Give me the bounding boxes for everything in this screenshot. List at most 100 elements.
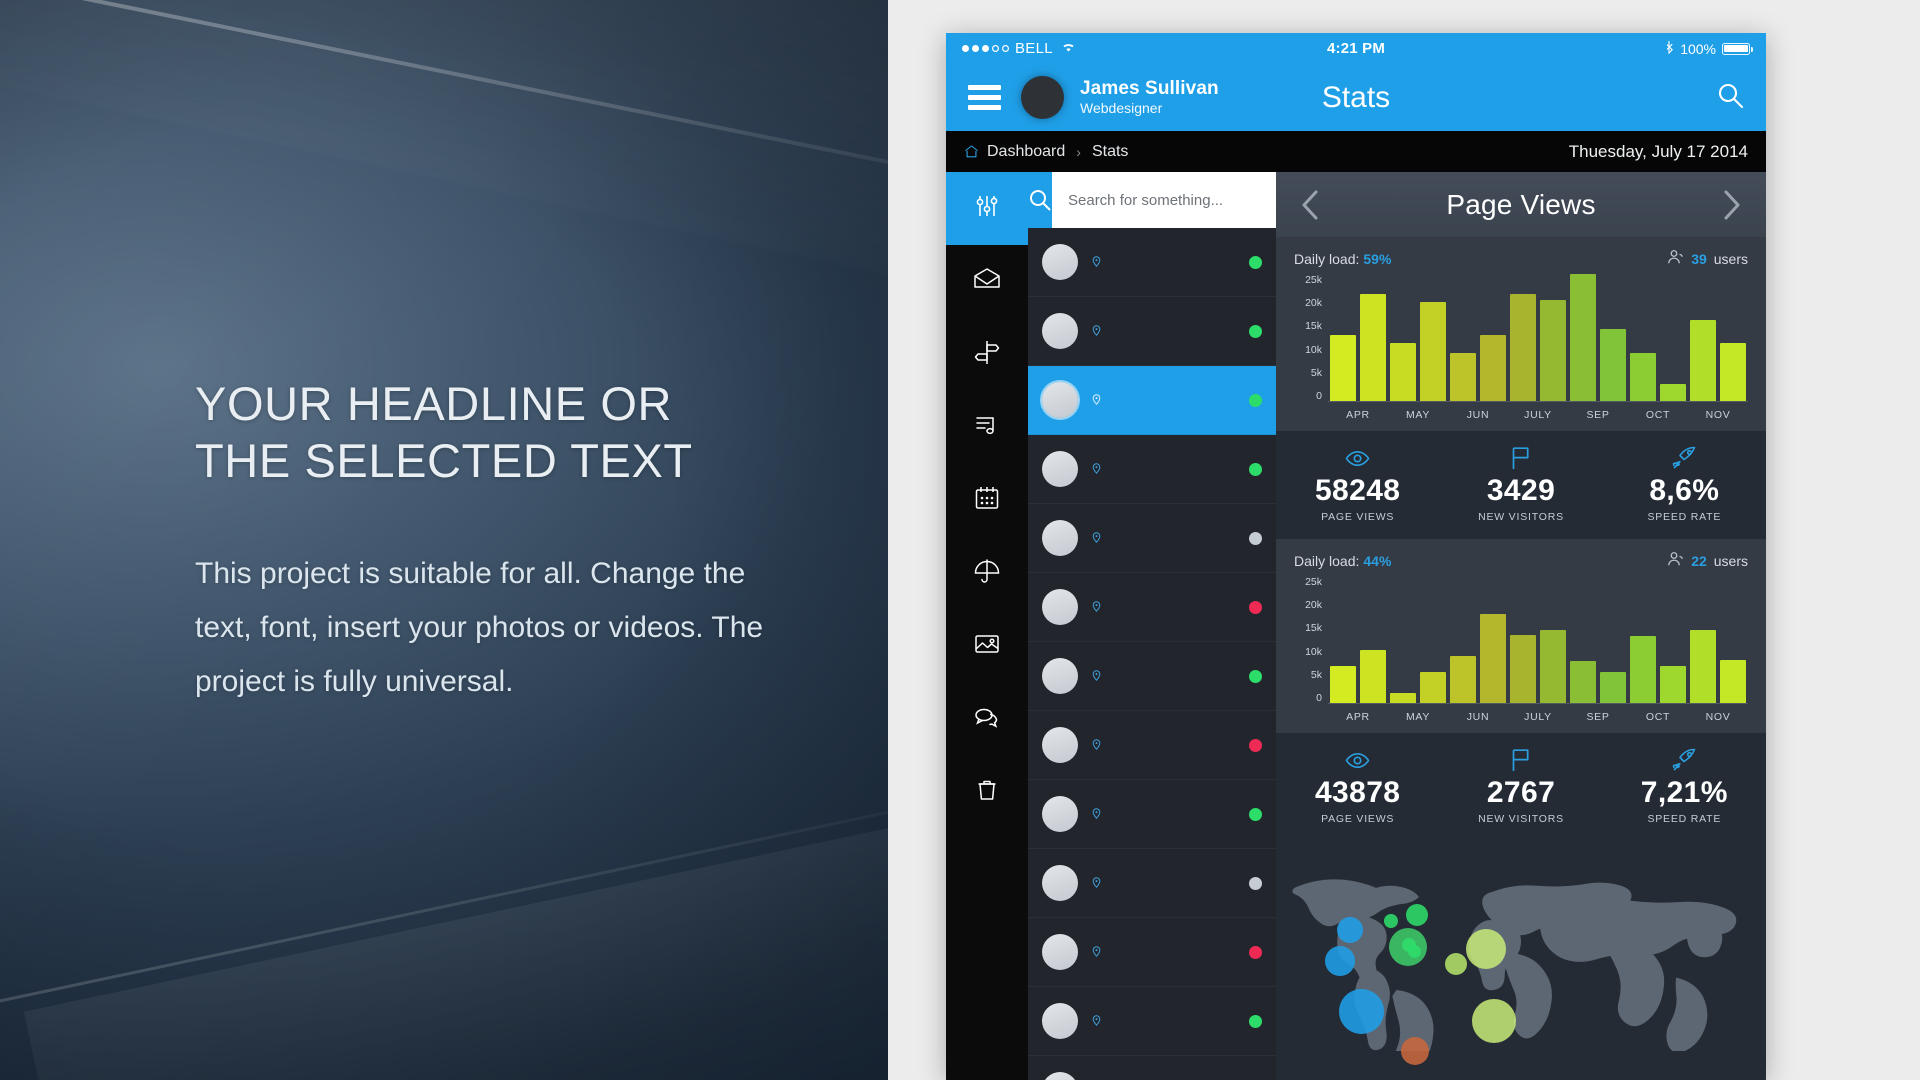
contact-list-item[interactable] bbox=[1028, 435, 1276, 504]
map-pin-icon bbox=[1092, 670, 1101, 684]
search-input[interactable] bbox=[1052, 172, 1276, 228]
users-label: users bbox=[1713, 552, 1748, 569]
umbrella-icon bbox=[972, 556, 1002, 591]
contact-list-item[interactable] bbox=[1028, 849, 1276, 918]
app-stage: YOUR HEADLINE OR THE SELECTED TEXT This … bbox=[0, 0, 1920, 1080]
stat-tile[interactable]: 2767 NEW VISITORS bbox=[1439, 747, 1602, 825]
contact-avatar bbox=[1042, 451, 1078, 487]
stat-label: PAGE VIEWS bbox=[1321, 511, 1395, 523]
avatar[interactable] bbox=[1021, 76, 1064, 119]
sidebar-item-trash[interactable] bbox=[946, 756, 1028, 829]
stat-label: NEW VISITORS bbox=[1478, 813, 1564, 825]
contact-status-badge bbox=[1249, 255, 1262, 269]
sidebar-item-calendar[interactable] bbox=[946, 464, 1028, 537]
contact-avatar bbox=[1042, 1003, 1078, 1039]
chart-bar bbox=[1690, 319, 1716, 401]
panel-title: Page Views bbox=[1446, 188, 1596, 220]
contact-list-item[interactable] bbox=[1028, 642, 1276, 711]
breadcrumb-date: Thuesday, July 17 2014 bbox=[1568, 141, 1748, 161]
search-icon[interactable] bbox=[1717, 82, 1744, 114]
chat-bubbles-icon bbox=[972, 702, 1002, 737]
contact-status-badge bbox=[1249, 945, 1262, 959]
contact-list-item[interactable] bbox=[1028, 228, 1276, 297]
image-photo-icon bbox=[972, 629, 1002, 664]
home-icon[interactable] bbox=[964, 144, 979, 159]
stat-tile[interactable]: 8,6% SPEED RATE bbox=[1603, 445, 1766, 523]
x-axis-tick: SEP bbox=[1586, 711, 1610, 723]
contact-list-item[interactable] bbox=[1028, 366, 1276, 435]
contact-status-badge bbox=[1249, 393, 1262, 407]
contact-status-badge bbox=[1249, 669, 1262, 683]
x-axis-tick: JUN bbox=[1466, 409, 1490, 421]
sidebar-item-chat[interactable] bbox=[946, 683, 1028, 756]
users-icon bbox=[1667, 551, 1684, 570]
stat-tile[interactable]: 58248 PAGE VIEWS bbox=[1276, 445, 1439, 523]
map-bubble bbox=[1325, 946, 1355, 977]
stat-tile[interactable]: 43878 PAGE VIEWS bbox=[1276, 747, 1439, 825]
contact-status-badge bbox=[1249, 876, 1262, 890]
stat-label: NEW VISITORS bbox=[1478, 511, 1564, 523]
chart-bar bbox=[1570, 274, 1596, 401]
users-count: 39 bbox=[1691, 250, 1707, 267]
chart-bar bbox=[1540, 630, 1566, 703]
contact-status-badge bbox=[1249, 324, 1262, 338]
breadcrumb-dashboard[interactable]: Dashboard bbox=[987, 143, 1065, 161]
contact-status-badge bbox=[1249, 738, 1262, 752]
hamburger-menu-icon[interactable] bbox=[968, 80, 1001, 115]
contact-list-item[interactable] bbox=[1028, 573, 1276, 642]
contact-status-badge bbox=[1249, 531, 1262, 545]
stat-value: 43878 bbox=[1314, 776, 1401, 809]
chart-bar bbox=[1420, 301, 1446, 401]
sidebar-item-umbrella[interactable] bbox=[946, 537, 1028, 610]
x-axis-tick: MAY bbox=[1405, 409, 1431, 421]
contact-list-item[interactable] bbox=[1028, 504, 1276, 573]
chevron-left-icon[interactable] bbox=[1298, 188, 1323, 222]
chart-bar bbox=[1450, 656, 1476, 703]
world-map[interactable] bbox=[1276, 841, 1766, 1080]
breadcrumb-stats[interactable]: Stats bbox=[1092, 143, 1128, 161]
sliders-settings-icon bbox=[972, 191, 1002, 226]
y-axis-tick: 5k bbox=[1310, 668, 1322, 681]
map-pin-icon bbox=[1092, 601, 1101, 615]
chart-bar bbox=[1690, 629, 1716, 703]
contact-text bbox=[1092, 668, 1249, 684]
user-info[interactable]: James Sullivan Webdesigner bbox=[1080, 78, 1219, 117]
map-pin-icon bbox=[1092, 877, 1101, 891]
contact-avatar bbox=[1042, 658, 1078, 694]
sidebar-item-music-playlist[interactable] bbox=[946, 391, 1028, 464]
contact-location bbox=[1092, 256, 1249, 270]
contact-list-item[interactable] bbox=[1028, 1056, 1276, 1080]
status-clock: 4:21 PM bbox=[1326, 40, 1386, 57]
search-button[interactable] bbox=[1028, 172, 1052, 228]
stat-tile[interactable]: 7,21% SPEED RATE bbox=[1603, 747, 1766, 825]
contact-list-item[interactable] bbox=[1028, 711, 1276, 780]
user-role: Webdesigner bbox=[1080, 100, 1163, 117]
chevron-right-icon[interactable] bbox=[1719, 188, 1744, 222]
chart-card: Daily load: 59% 39 users 25k 20k 15k 10k 5k 0 APR M… bbox=[1276, 237, 1766, 431]
page-views-header: Page Views bbox=[1276, 172, 1766, 237]
contact-avatar bbox=[1042, 244, 1078, 280]
contacts-panel bbox=[1028, 172, 1276, 1080]
contact-text bbox=[1092, 875, 1249, 891]
chart-bar bbox=[1600, 328, 1626, 401]
music-playlist-icon bbox=[972, 410, 1002, 445]
sidebar-item-image[interactable] bbox=[946, 610, 1028, 683]
contact-list-item[interactable] bbox=[1028, 297, 1276, 366]
y-axis-tick: 20k bbox=[1305, 297, 1322, 310]
contact-list-item[interactable] bbox=[1028, 780, 1276, 849]
trash-icon bbox=[973, 776, 1001, 809]
sidebar-item-sliders-settings[interactable] bbox=[946, 172, 1028, 245]
y-axis-tick: 5k bbox=[1310, 366, 1322, 379]
y-axis-tick: 0 bbox=[1316, 389, 1322, 402]
contacts-list[interactable] bbox=[1028, 228, 1276, 1080]
chart-bar bbox=[1420, 671, 1446, 703]
daily-load-value: 59% bbox=[1363, 250, 1392, 267]
contact-list-item[interactable] bbox=[1028, 987, 1276, 1056]
contact-list-item[interactable] bbox=[1028, 918, 1276, 987]
sidebar-item-mail[interactable] bbox=[946, 245, 1028, 318]
daily-load-value: 44% bbox=[1363, 552, 1392, 569]
stat-tile[interactable]: 3429 NEW VISITORS bbox=[1439, 445, 1602, 523]
breadcrumb: Dashboard › Stats Thuesday, July 17 2014 bbox=[946, 131, 1766, 172]
sidebar-item-signpost[interactable] bbox=[946, 318, 1028, 391]
contact-avatar bbox=[1042, 865, 1078, 901]
